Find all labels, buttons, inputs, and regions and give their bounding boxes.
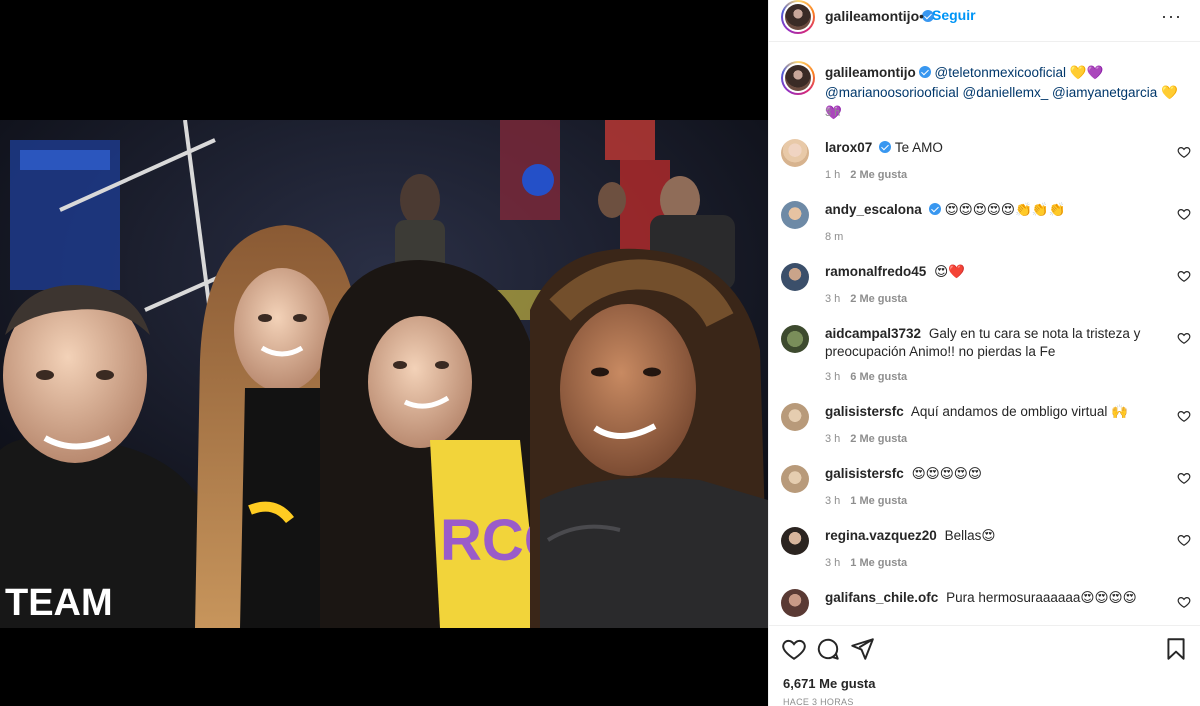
commenter-username[interactable]: galifans_chile.ofc (825, 590, 938, 605)
comment-likes[interactable]: 2 Me gusta (850, 433, 907, 445)
comment-meta: 3 h 6 Me gusta (825, 371, 907, 383)
caption-username[interactable]: galileamontijo (825, 65, 916, 80)
post-actions-bar: 6,671 Me gusta HACE 3 HORAS (769, 625, 1200, 706)
commenter-avatar[interactable] (781, 589, 809, 617)
comment-body: ramonalfredo45 😍❤️ (825, 263, 1155, 281)
comment-text: 😍❤️ (934, 264, 965, 279)
comment-time[interactable]: 3 h (825, 433, 840, 445)
post-photo[interactable]: TEAM RCO (0, 120, 768, 628)
header-separator: • (919, 8, 924, 24)
follow-button[interactable]: Seguir (932, 7, 976, 23)
caption-avatar[interactable] (781, 61, 815, 95)
comment-text: Aquí andamos de ombligo virtual 🙌 (910, 404, 1128, 419)
comment-text: Bellas😍 (944, 528, 996, 543)
comment-text: Te AMO (894, 140, 943, 155)
verified-badge-icon (928, 203, 941, 215)
commenter-username[interactable]: galisistersfc (825, 404, 904, 419)
commenter-avatar[interactable] (781, 465, 809, 493)
like-heart-icon[interactable] (781, 636, 807, 662)
commenter-username[interactable]: galisistersfc (825, 466, 904, 481)
comment-meta: 3 h 1 Me gusta (825, 495, 907, 507)
mention-link[interactable]: @daniellemx_ (963, 85, 1049, 100)
svg-text:TEAM: TEAM (5, 582, 113, 624)
comment-item: regina.vazquez20 Bellas😍 3 h 1 Me gusta (781, 527, 1191, 583)
post-media-area: TEAM RCO (0, 0, 768, 706)
commenter-username[interactable]: andy_escalona (825, 202, 922, 217)
post-side-panel: galileamontijo • Seguir ··· galileamonti… (768, 0, 1200, 706)
mention-link[interactable]: @teletonmexicooficial (935, 65, 1067, 80)
commenter-username[interactable]: aidcampal3732 (825, 326, 921, 341)
comment-meta: 3 h 2 Me gusta (825, 433, 907, 445)
comment-meta: 1 h 2 Me gusta (825, 169, 907, 181)
verified-badge-icon (918, 66, 931, 78)
author-username[interactable]: galileamontijo (825, 8, 935, 24)
comment-meta: 8 m (825, 231, 843, 243)
comment-body: regina.vazquez20 Bellas😍 (825, 527, 1155, 545)
commenter-avatar[interactable] (781, 527, 809, 555)
comment-text: 😍😍😍😍😍 (911, 466, 982, 481)
caption-time[interactable]: 3 h (825, 107, 840, 119)
commenter-avatar[interactable] (781, 201, 809, 229)
comment-like-heart-icon[interactable] (1177, 207, 1191, 221)
comment-body: galisistersfc Aquí andamos de ombligo vi… (825, 403, 1155, 421)
comment-text: Pura hermosuraaaaaa😍😍😍😍 (946, 590, 1137, 605)
commenter-avatar[interactable] (781, 263, 809, 291)
comment-like-heart-icon[interactable] (1177, 269, 1191, 283)
more-options-icon[interactable]: ··· (1161, 6, 1182, 27)
likes-count[interactable]: 6,671 Me gusta (783, 676, 876, 691)
comment-item: galisistersfc Aquí andamos de ombligo vi… (781, 403, 1191, 459)
comment-time[interactable]: 8 m (825, 231, 843, 243)
comment-likes[interactable]: 2 Me gusta (850, 169, 907, 181)
commenter-avatar[interactable] (781, 325, 809, 353)
comment-like-heart-icon[interactable] (1177, 331, 1191, 345)
comment-item: andy_escalona 😍😍😍😍😍👏👏👏 8 m (781, 201, 1191, 257)
post-timestamp[interactable]: HACE 3 HORAS (783, 697, 854, 706)
comment-text: 😍😍😍😍😍👏👏👏 (944, 202, 1066, 217)
comment-time[interactable]: 3 h (825, 495, 840, 507)
comment-body: galisistersfc 😍😍😍😍😍 (825, 465, 1155, 483)
commenter-username[interactable]: ramonalfredo45 (825, 264, 926, 279)
commenter-avatar[interactable] (781, 403, 809, 431)
comment-body: galifans_chile.ofc Pura hermosuraaaaaa😍😍… (825, 589, 1155, 607)
share-paper-plane-icon[interactable] (849, 636, 875, 662)
commenter-username[interactable]: larox07 (825, 140, 872, 155)
comment-time[interactable]: 1 h (825, 169, 840, 181)
comment-body: andy_escalona 😍😍😍😍😍👏👏👏 (825, 201, 1155, 219)
caption-text: galileamontijo @teletonmexicooficial 💛💜 … (825, 63, 1185, 123)
commenter-avatar[interactable] (781, 139, 809, 167)
commenter-username[interactable]: regina.vazquez20 (825, 528, 937, 543)
instagram-post-view: TEAM RCO galileamontijo • Seguir ··· gal… (0, 0, 1200, 706)
author-avatar[interactable] (781, 0, 815, 34)
caption-emoji: 💛💜 (1069, 65, 1104, 80)
comment-likes[interactable]: 6 Me gusta (850, 371, 907, 383)
comment-like-heart-icon[interactable] (1177, 409, 1191, 423)
comment-time[interactable]: 3 h (825, 557, 840, 569)
comment-meta: 3 h 2 Me gusta (825, 293, 907, 305)
comment-likes[interactable]: 2 Me gusta (850, 293, 907, 305)
save-bookmark-icon[interactable] (1163, 636, 1189, 662)
comment-item: aidcampal3732 Galy en tu cara se nota la… (781, 325, 1191, 397)
verified-badge-icon (879, 141, 892, 153)
mention-link[interactable]: @iamyanetgarcia (1052, 85, 1157, 100)
comment-body: larox07 Te AMO (825, 139, 1155, 157)
comment-item: galisistersfc 😍😍😍😍😍 3 h 1 Me gusta (781, 465, 1191, 521)
comment-bubble-icon[interactable] (815, 636, 841, 662)
comment-time[interactable]: 3 h (825, 371, 840, 383)
comment-body: aidcampal3732 Galy en tu cara se nota la… (825, 325, 1155, 361)
mention-link[interactable]: @marianoosoriooficial (825, 85, 959, 100)
comment-item: larox07 Te AMO 1 h 2 Me gusta (781, 139, 1191, 195)
comments-scroll-area[interactable]: galileamontijo @teletonmexicooficial 💛💜 … (769, 43, 1200, 625)
comment-like-heart-icon[interactable] (1177, 471, 1191, 485)
comment-likes[interactable]: 1 Me gusta (850, 557, 907, 569)
comment-item: galifans_chile.ofc Pura hermosuraaaaaa😍😍… (781, 589, 1191, 625)
post-header: galileamontijo • Seguir ··· (769, 0, 1200, 42)
comment-meta: 3 h 1 Me gusta (825, 557, 907, 569)
comment-time[interactable]: 3 h (825, 293, 840, 305)
comment-like-heart-icon[interactable] (1177, 533, 1191, 547)
comment-like-heart-icon[interactable] (1177, 595, 1191, 609)
comment-like-heart-icon[interactable] (1177, 145, 1191, 159)
comment-item: ramonalfredo45 😍❤️ 3 h 2 Me gusta (781, 263, 1191, 319)
comment-likes[interactable]: 1 Me gusta (850, 495, 907, 507)
